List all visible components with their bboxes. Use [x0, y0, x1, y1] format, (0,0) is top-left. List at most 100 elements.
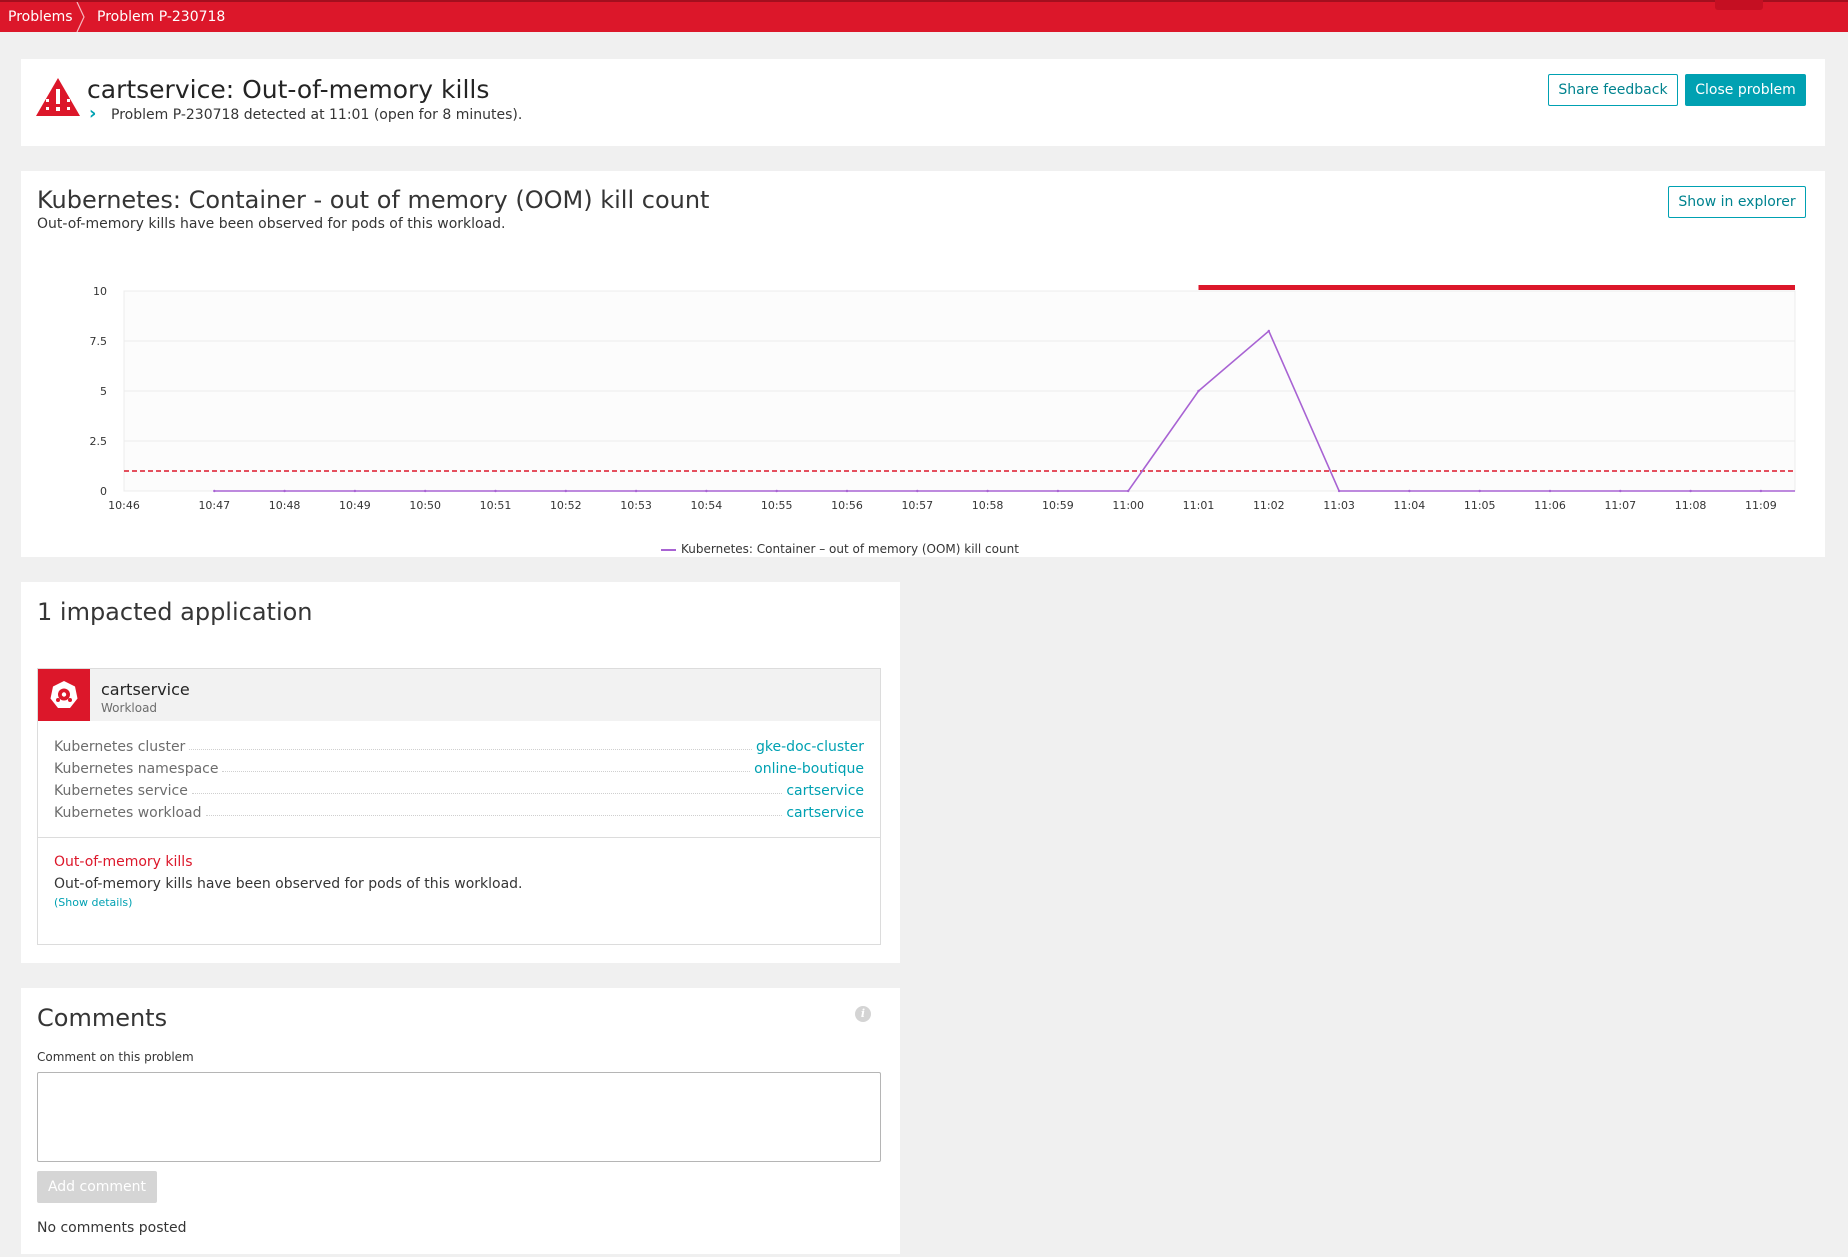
x-tick-label: 10:56: [831, 499, 863, 512]
impacted-title: 1 impacted application: [37, 598, 313, 626]
x-tick-label: 10:50: [409, 499, 441, 512]
data-point: [1197, 389, 1200, 393]
dotted-leader: [191, 793, 783, 794]
y-tick-label: 0: [100, 485, 107, 498]
x-tick-label: 10:48: [269, 499, 301, 512]
entity-divider: [38, 837, 880, 838]
x-tick-label: 11:03: [1323, 499, 1355, 512]
x-tick-label: 10:58: [972, 499, 1004, 512]
metric-chart-card: Kubernetes: Container - out of memory (O…: [21, 171, 1825, 557]
problem-subtitle: Problem P-230718 detected at 11:01 (open…: [111, 107, 523, 123]
y-tick-label: 5: [100, 385, 107, 398]
x-tick-label: 11:09: [1745, 499, 1777, 512]
x-tick-label: 10:47: [198, 499, 230, 512]
x-tick-label: 11:02: [1253, 499, 1285, 512]
show-details-link[interactable]: (Show details): [54, 896, 132, 909]
warning-icon: [36, 78, 80, 116]
property-value-link[interactable]: gke-doc-cluster: [756, 739, 864, 755]
entity-name[interactable]: cartservice: [101, 680, 190, 699]
data-point: [705, 489, 708, 493]
data-point: [213, 489, 216, 493]
breadcrumb-problems[interactable]: Problems: [8, 2, 73, 32]
data-point: [564, 489, 567, 493]
data-point: [1337, 489, 1341, 493]
comment-label: Comment on this problem: [37, 1050, 194, 1064]
kubernetes-workload-icon: [38, 669, 90, 721]
info-icon[interactable]: i: [855, 1006, 871, 1022]
property-value-link[interactable]: cartservice: [786, 805, 864, 821]
data-point: [1127, 489, 1130, 493]
close-problem-button[interactable]: Close problem: [1685, 74, 1806, 106]
x-tick-label: 10:57: [901, 499, 933, 512]
property-row-service: Kubernetes service cartservice: [54, 779, 864, 799]
share-feedback-button[interactable]: Share feedback: [1548, 74, 1678, 106]
property-key: Kubernetes service: [54, 783, 188, 799]
oom-kill-chart[interactable]: 0 2.5 5 7.5 10 10:46 10:47 10:48 10:49 10:50 10:51…: [21, 171, 1825, 557]
x-tick-label: 11:00: [1112, 499, 1144, 512]
event-title: Out-of-memory kills: [54, 854, 193, 870]
problem-window-bar: [1198, 285, 1795, 290]
data-point: [1267, 329, 1271, 333]
x-tick-label: 11:07: [1604, 499, 1636, 512]
data-point: [1408, 489, 1411, 493]
x-tick-label: 11:06: [1534, 499, 1566, 512]
data-point: [424, 489, 427, 493]
x-tick-label: 10:46: [108, 499, 140, 512]
breadcrumb-separator-icon: [76, 2, 85, 32]
dotted-leader: [205, 815, 783, 816]
data-point: [1689, 489, 1692, 493]
dotted-leader: [222, 771, 751, 772]
expand-chevron-icon[interactable]: ›: [89, 103, 96, 124]
x-tick-label: 10:55: [761, 499, 793, 512]
y-tick-label: 7.5: [90, 335, 108, 348]
data-point: [353, 489, 357, 493]
chart-legend-item[interactable]: Kubernetes: Container – out of memory (O…: [661, 542, 1019, 556]
data-point: [916, 489, 919, 493]
data-point: [634, 489, 638, 493]
x-tick-label: 10:53: [620, 499, 652, 512]
legend-swatch-icon: [661, 548, 676, 551]
data-point: [1478, 489, 1481, 493]
x-tick-label: 10:54: [691, 499, 723, 512]
property-key: Kubernetes namespace: [54, 761, 219, 777]
no-comments-text: No comments posted: [37, 1220, 187, 1236]
problem-header: cartservice: Out-of-memory kills › Probl…: [21, 59, 1825, 146]
x-tick-label: 11:01: [1183, 499, 1215, 512]
dotted-leader: [189, 749, 753, 750]
x-tick-label: 10:49: [339, 499, 371, 512]
property-key: Kubernetes workload: [54, 805, 202, 821]
property-row-namespace: Kubernetes namespace online-boutique: [54, 757, 864, 777]
data-point: [494, 489, 497, 493]
data-point: [775, 489, 778, 493]
breadcrumb-current-problem[interactable]: Problem P-230718: [97, 2, 225, 32]
legend-label: Kubernetes: Container – out of memory (O…: [681, 542, 1019, 556]
property-key: Kubernetes cluster: [54, 739, 186, 755]
property-row-workload: Kubernetes workload cartservice: [54, 801, 864, 821]
property-row-cluster: Kubernetes cluster gke-doc-cluster: [54, 735, 864, 755]
data-point: [845, 489, 849, 493]
data-point: [283, 489, 286, 493]
data-point: [1759, 489, 1763, 493]
x-tick-label: 11:08: [1675, 499, 1707, 512]
user-menu-tab[interactable]: [1715, 0, 1763, 10]
problem-title: cartservice: Out-of-memory kills: [87, 75, 490, 104]
comment-input[interactable]: [37, 1072, 881, 1162]
event-description: Out-of-memory kills have been observed f…: [54, 876, 523, 892]
entity-card: cartservice Workload Kubernetes cluster …: [37, 668, 881, 945]
property-value-link[interactable]: cartservice: [786, 783, 864, 799]
property-value-link[interactable]: online-boutique: [754, 761, 864, 777]
x-tick-label: 10:59: [1042, 499, 1074, 512]
x-tick-label: 11:05: [1464, 499, 1496, 512]
comments-card: Comments i Comment on this problem Add c…: [21, 988, 900, 1254]
entity-header[interactable]: cartservice Workload: [38, 669, 880, 721]
data-point: [986, 489, 989, 493]
data-point: [1548, 489, 1552, 493]
breadcrumb: Problems Problem P-230718: [0, 0, 1848, 32]
y-tick-label: 2.5: [90, 435, 108, 448]
add-comment-button[interactable]: Add comment: [37, 1171, 157, 1203]
comments-title: Comments: [37, 1004, 168, 1032]
x-tick-label: 10:51: [480, 499, 512, 512]
entity-type: Workload: [101, 701, 158, 715]
x-tick-label: 11:04: [1394, 499, 1426, 512]
impacted-applications-card: 1 impacted application cartservice Workl…: [21, 582, 900, 963]
